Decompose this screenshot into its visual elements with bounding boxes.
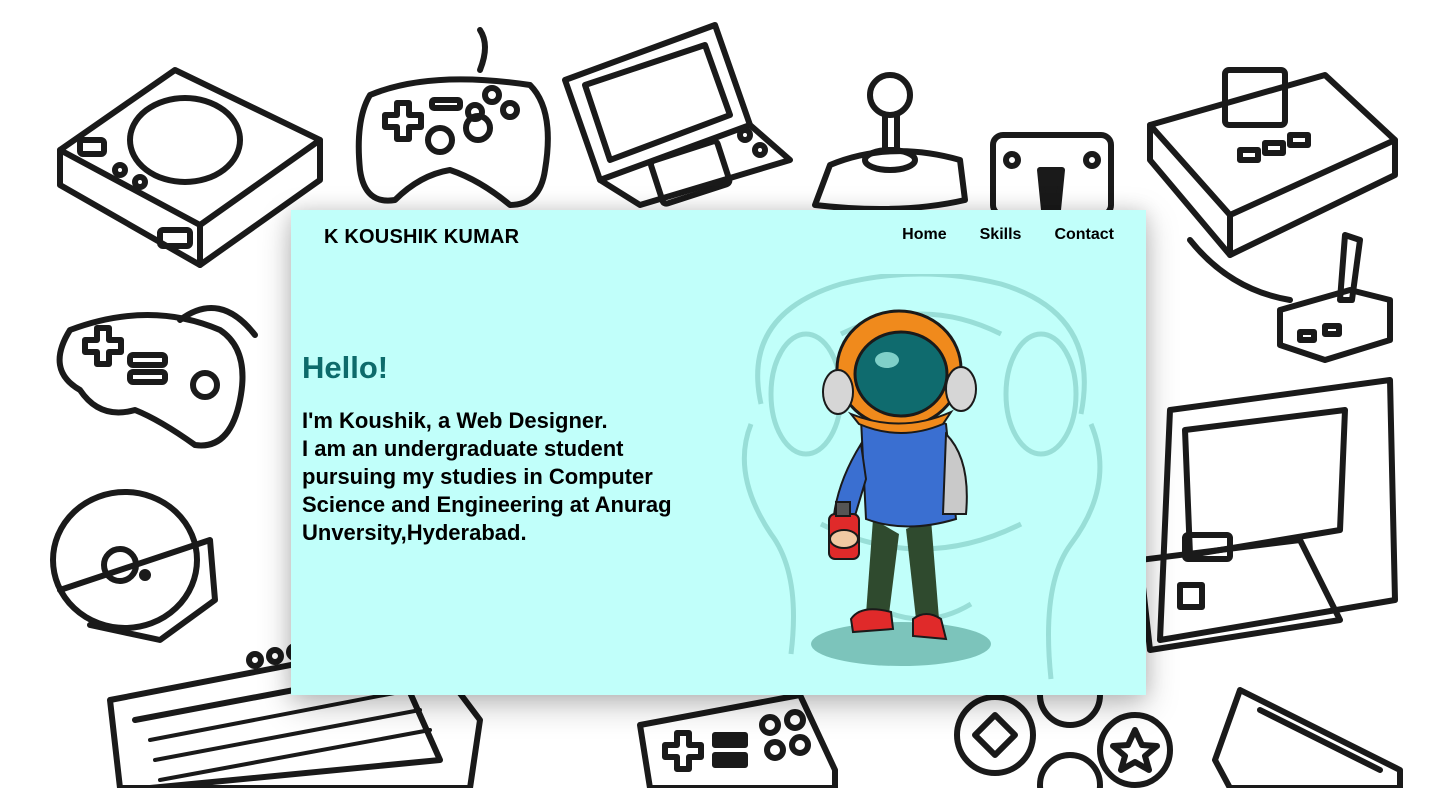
hero-intro: I'm Koushik, a Web Designer. I am an und… [302,407,722,547]
gamepad-icon [56,305,258,449]
site-brand[interactable]: K KOUSHIK KUMAR [324,226,519,249]
nav-contact-link[interactable]: Contact [1054,226,1114,244]
main-nav: Home Skills Contact [902,226,1114,244]
warning-sign-icon [990,132,1114,218]
intro-line-2: I am an undergraduate student pursuing m… [302,436,672,545]
gamepad-icon [637,692,838,788]
steering-wheel-icon [50,489,218,643]
handheld-console-icon [562,22,793,208]
arcade-cabinet-icon [1137,377,1398,653]
gamepad-icon [355,27,551,208]
hero-greeting: Hello! [302,350,389,385]
nav-home-link[interactable]: Home [902,226,946,244]
nav-skills-link[interactable]: Skills [980,226,1022,244]
intro-line-1: I'm Koushik, a Web Designer. [302,408,608,433]
arcade-stick-icon [1277,232,1393,363]
retro-console-icon [57,67,323,268]
astronaut-character-illustration [721,271,1131,684]
light-gun-icon [1212,687,1403,788]
portfolio-card: K KOUSHIK KUMAR Home Skills Contact Hell… [291,210,1146,695]
joystick-icon [812,72,968,212]
